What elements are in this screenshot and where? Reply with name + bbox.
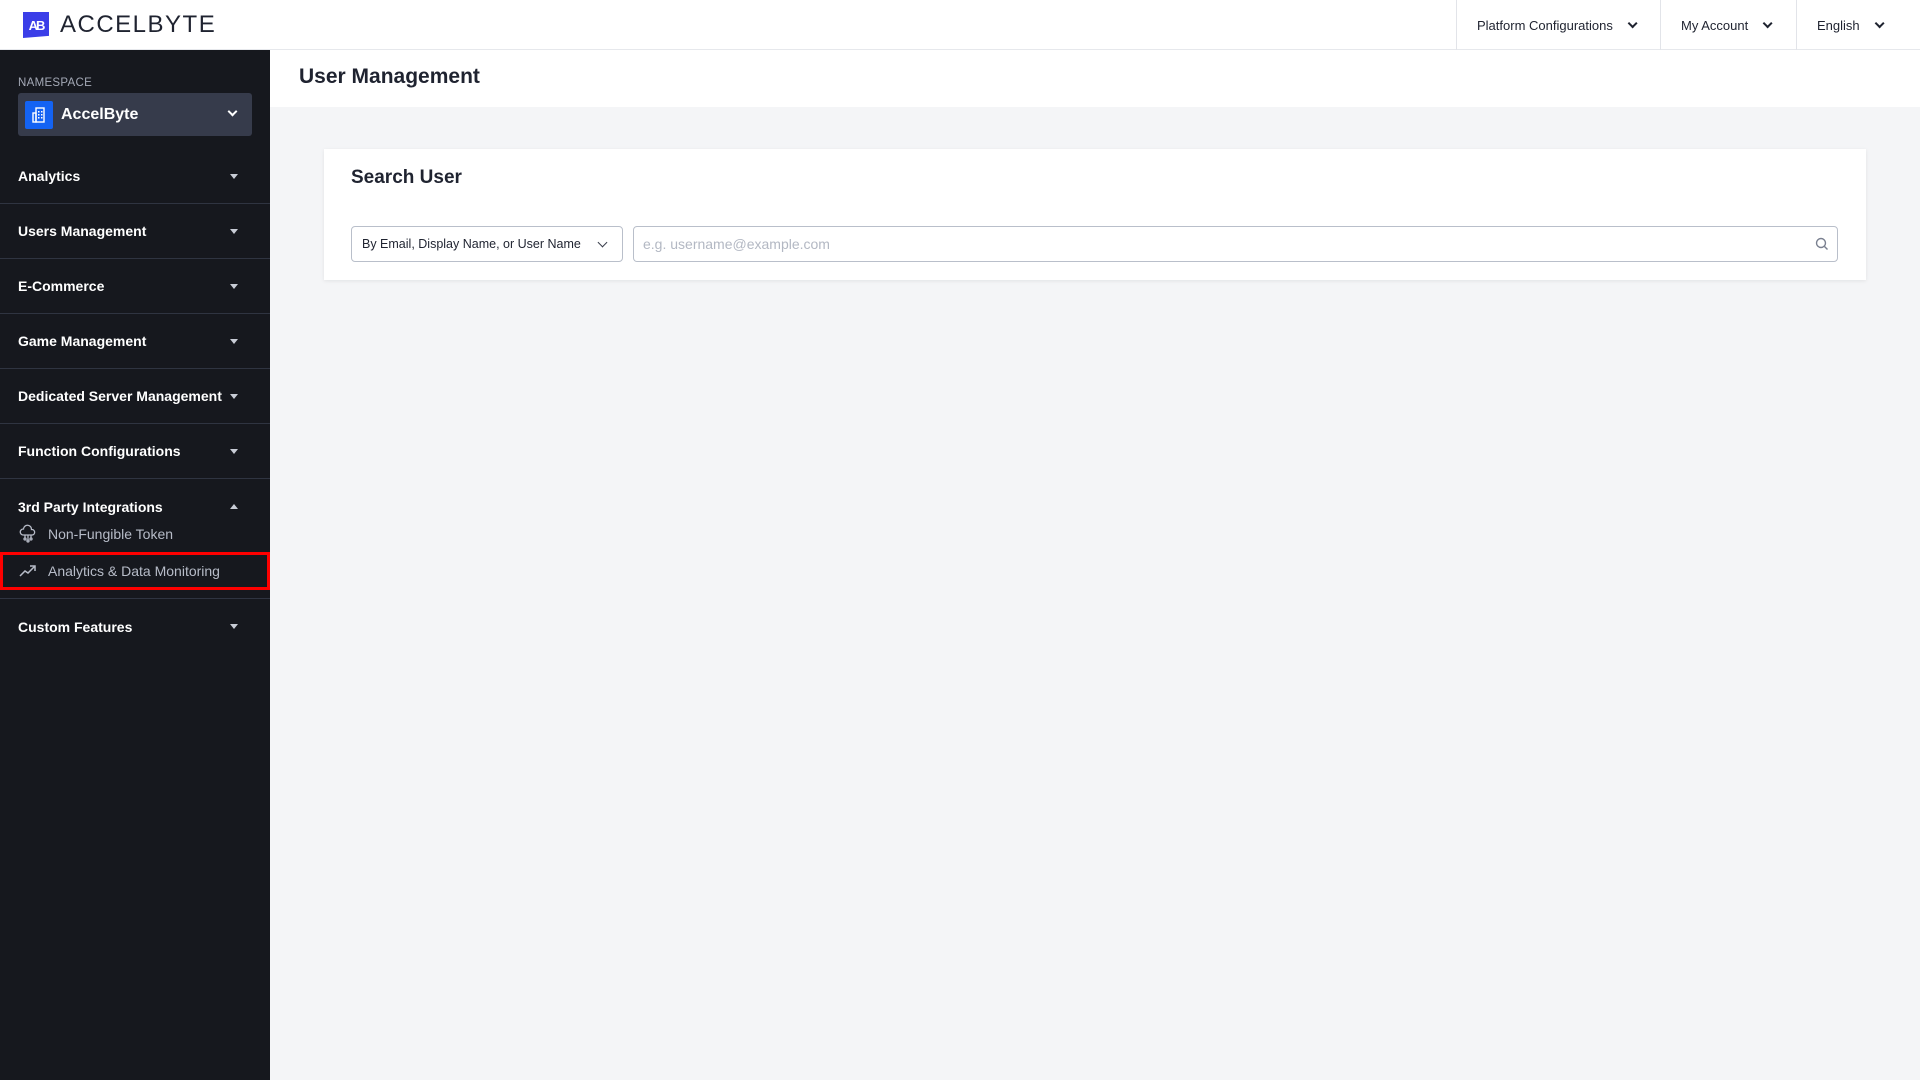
namespace-value: AccelByte [61,105,139,123]
my-account-menu[interactable]: My Account [1660,0,1796,50]
sidebar-item-label: 3rd Party Integrations [18,498,163,515]
caret-down-icon [230,449,238,454]
page-header: User Management [270,50,1920,107]
chevron-down-icon [1874,17,1885,28]
sidebar-item-label: Users Management [18,223,147,239]
caret-down-icon [230,394,238,399]
search-input[interactable] [634,227,1837,261]
sidebar-item-users-management[interactable]: Users Management [0,204,270,259]
chevron-down-icon [227,106,238,117]
sidebar-item-e-commerce[interactable]: E-Commerce [0,259,270,314]
caret-down-icon [230,339,238,344]
sidebar-item-label: Custom Features [18,618,133,635]
sidebar-subitem-analytics-data-monitoring[interactable]: Analytics & Data Monitoring [0,552,270,590]
chevron-down-icon [1627,17,1638,28]
sidebar-subitem-label: Analytics & Data Monitoring [48,563,220,579]
cloud-network-icon [19,524,36,543]
sidebar-item-label: E-Commerce [18,278,105,294]
search-icon[interactable] [1815,237,1829,251]
chevron-down-icon [597,237,608,248]
sidebar-menu: Analytics Users Management E-Commerce Ga… [0,149,270,654]
card-title: Search User [351,167,462,188]
caret-down-icon [230,174,238,179]
my-account-label: My Account [1681,17,1749,33]
trending-up-icon [19,565,36,577]
sidebar-item-label: Analytics [18,168,81,184]
top-header: AB ACCELBYTE Platform Configurations My … [0,0,1920,50]
sidebar-subitem-label: Non-Fungible Token [48,526,174,542]
search-type-select[interactable]: By Email, Display Name, or User Name [351,226,623,262]
namespace-label: NAMESPACE [18,77,93,89]
sidebar-item-label: Function Configurations [18,443,181,459]
caret-up-icon [230,504,238,509]
namespace-selector[interactable]: AccelByte [18,93,252,136]
sidebar-item-custom-features[interactable]: Custom Features [0,599,270,654]
sidebar-item-game-management[interactable]: Game Management [0,314,270,369]
sidebar-item-function-configurations[interactable]: Function Configurations [0,424,270,479]
sidebar-group-3rd-party-integrations: 3rd Party Integrations Non-Fungible Toke… [0,479,270,599]
caret-down-icon [230,284,238,289]
building-icon [25,100,53,129]
page-title: User Management [299,65,480,88]
accelbyte-logo[interactable]: AB ACCELBYTE [23,11,216,39]
caret-down-icon [230,624,238,629]
top-nav: Platform Configurations My Account Engli… [1456,0,1920,50]
sidebar-item-label: Game Management [18,333,147,349]
sidebar-item-label: Dedicated Server Management [18,388,222,404]
language-label: English [1817,17,1860,33]
logo-mark-icon: AB [23,12,49,38]
chevron-down-icon [1762,17,1773,28]
platform-configurations-label: Platform Configurations [1477,17,1613,33]
search-type-value: By Email, Display Name, or User Name [362,237,581,251]
sidebar-item-analytics[interactable]: Analytics [0,149,270,204]
sidebar-subitem-non-fungible-token[interactable]: Non-Fungible Token [0,516,270,552]
search-user-card: Search User By Email, Display Name, or U… [324,149,1866,280]
language-menu[interactable]: English [1796,0,1920,50]
caret-down-icon [230,229,238,234]
sidebar-item-dedicated-server-management[interactable]: Dedicated Server Management [0,369,270,424]
platform-configurations-menu[interactable]: Platform Configurations [1456,0,1660,50]
sidebar: NAMESPACE AccelByte Analytics Users Mana… [0,50,270,1080]
search-input-wrapper [633,226,1838,262]
logo-text: ACCELBYTE [60,11,217,38]
